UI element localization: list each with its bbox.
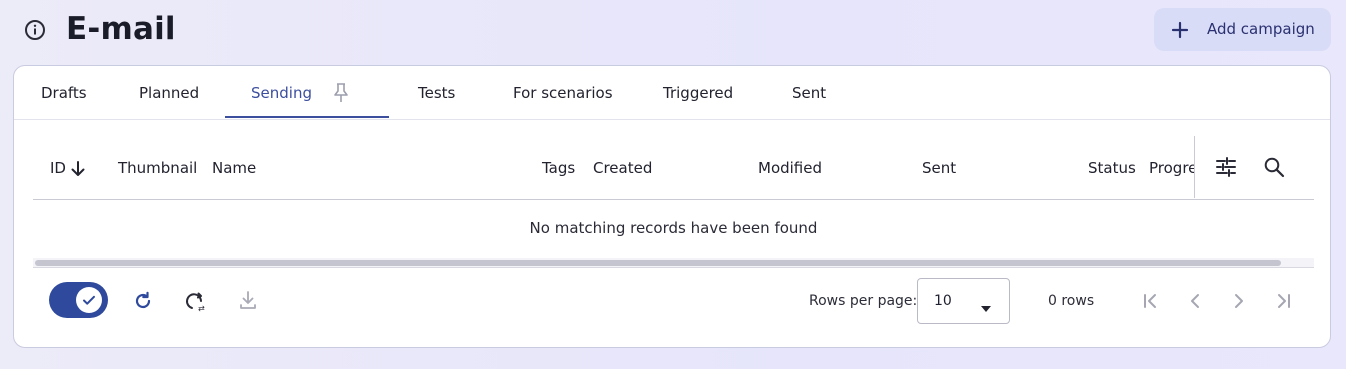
active-tab-indicator xyxy=(225,116,389,118)
rows-per-page-label: Rows per page: xyxy=(809,293,918,309)
column-header-name[interactable]: Name xyxy=(212,158,256,178)
campaign-tabs: Drafts Planned Sending Tests For scenari… xyxy=(14,66,1330,120)
pin-icon[interactable] xyxy=(332,82,350,104)
column-header-progress-clip: Progress xyxy=(1149,158,1194,178)
table-header: ID Thumbnail Name Tags Created Modified … xyxy=(33,136,1314,200)
svg-text:⇄: ⇄ xyxy=(198,304,205,312)
table-footer: ⇄ Rows per page: 10 0 rows xyxy=(14,269,1330,344)
column-header-created[interactable]: Created xyxy=(593,158,652,178)
tab-drafts[interactable]: Drafts xyxy=(41,83,87,103)
rows-per-page-value: 10 xyxy=(934,293,952,309)
column-header-thumbnail[interactable]: Thumbnail xyxy=(118,158,197,178)
column-header-tags[interactable]: Tags xyxy=(542,158,575,178)
rows-per-page-select[interactable]: 10 xyxy=(917,278,1010,324)
column-header-progress[interactable]: Progress xyxy=(1149,159,1194,177)
arrow-down-icon[interactable] xyxy=(70,160,86,178)
tab-tests[interactable]: Tests xyxy=(418,83,455,103)
plus-icon xyxy=(1170,20,1190,40)
page-title: E-mail xyxy=(66,11,176,47)
tab-triggered[interactable]: Triggered xyxy=(663,83,733,103)
prev-page-icon[interactable] xyxy=(1184,290,1206,312)
rows-count: 0 rows xyxy=(1048,293,1095,309)
next-page-icon[interactable] xyxy=(1228,290,1250,312)
check-icon xyxy=(83,295,95,305)
column-header-id[interactable]: ID xyxy=(50,158,66,178)
refresh-icon[interactable] xyxy=(132,290,154,312)
sliders-icon[interactable] xyxy=(1215,156,1237,178)
horizontal-scrollbar[interactable] xyxy=(33,258,1314,268)
auto-refresh-toggle[interactable] xyxy=(49,282,108,318)
tab-sent[interactable]: Sent xyxy=(792,83,826,103)
first-page-icon[interactable] xyxy=(1140,290,1162,312)
tab-planned[interactable]: Planned xyxy=(139,83,199,103)
column-header-modified[interactable]: Modified xyxy=(758,158,822,178)
caret-down-icon xyxy=(980,298,992,317)
last-page-icon[interactable] xyxy=(1272,290,1294,312)
download-icon[interactable] xyxy=(237,289,259,311)
add-campaign-label: Add campaign xyxy=(1207,20,1315,38)
tab-sending[interactable]: Sending xyxy=(251,83,312,103)
toggle-knob xyxy=(76,287,102,313)
auto-refresh-icon[interactable]: ⇄ xyxy=(184,290,208,313)
empty-table-message: No matching records have been found xyxy=(529,219,818,237)
column-header-sent[interactable]: Sent xyxy=(922,158,956,178)
column-divider xyxy=(1194,136,1195,198)
page-header: E-mail Add campaign xyxy=(0,0,1346,60)
add-campaign-button[interactable]: Add campaign xyxy=(1154,8,1331,51)
column-header-status[interactable]: Status xyxy=(1088,158,1136,178)
campaigns-card: Drafts Planned Sending Tests For scenari… xyxy=(13,65,1331,348)
scrollbar-thumb[interactable] xyxy=(35,260,1281,266)
info-circle-icon[interactable] xyxy=(24,19,46,41)
tab-for-scenarios[interactable]: For scenarios xyxy=(513,83,613,103)
search-icon[interactable] xyxy=(1263,156,1285,178)
